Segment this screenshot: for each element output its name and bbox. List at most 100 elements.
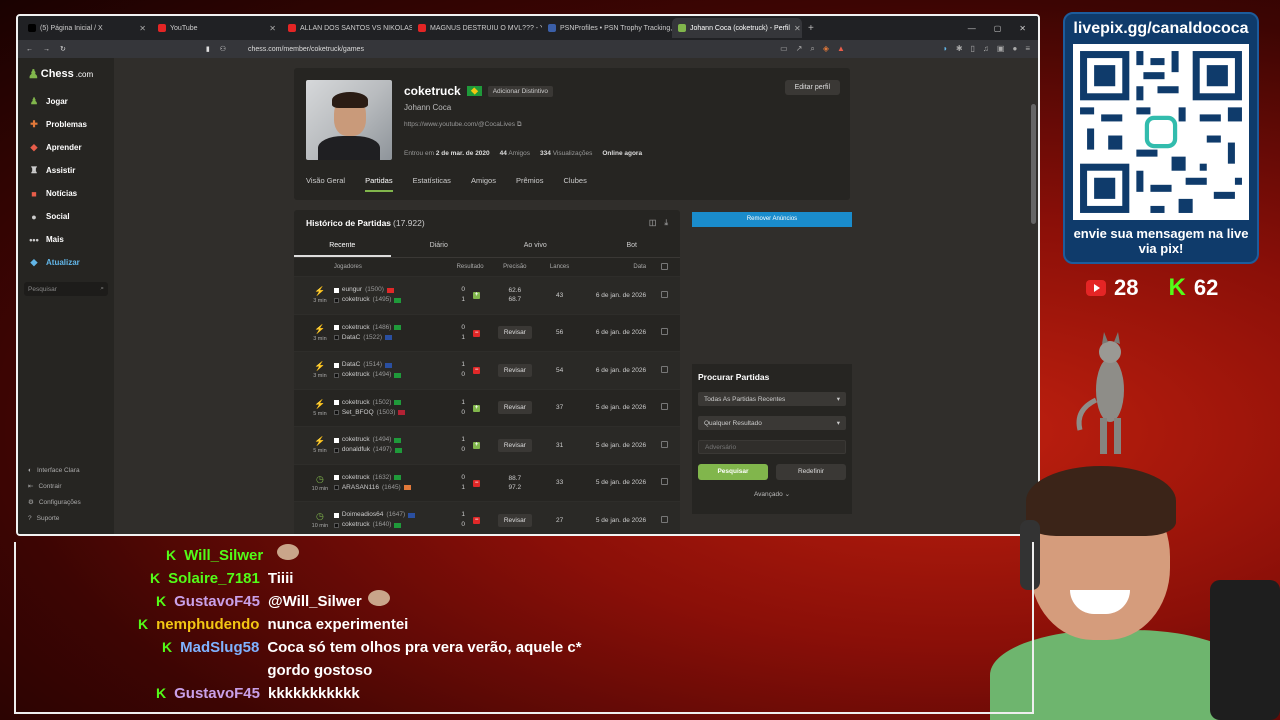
extensions-icon[interactable]: ✱ [956, 44, 963, 54]
profile-link-text[interactable]: https://www.youtube.com/@CocaLives [404, 121, 515, 128]
table-row[interactable]: ⚡ 3 min DataC (1514) coketruck (1494) 10 − … [294, 351, 680, 389]
sidebar-item-notícias[interactable]: ■ Notícias [18, 182, 114, 205]
profile-tab[interactable]: Visão Geral [306, 176, 345, 192]
maximize-icon[interactable]: ▢ [994, 24, 1002, 33]
table-row[interactable]: ⚡ 3 min coketruck (1486) DataC (1522) 01 − … [294, 313, 680, 352]
table-row[interactable]: ◷ 10 min coketruck (1632) ARASAN116 (1645) … [294, 463, 680, 502]
search-button[interactable]: Pesquisar [698, 464, 768, 480]
sidebar-item-problemas[interactable]: ✚ Problemas [18, 113, 114, 136]
row-checkbox[interactable] [660, 328, 668, 336]
sidebar-bottom-item[interactable]: ◐ Interface Clara [28, 462, 81, 478]
tab-close-icon[interactable]: ✕ [269, 24, 276, 33]
review-button[interactable]: Revisar [497, 363, 532, 377]
profile-tab[interactable]: Partidas [365, 176, 393, 192]
browser-tab-4[interactable]: PSNProfiles • PSN Trophy Tracking, S✕ [542, 18, 672, 38]
player-name[interactable]: coketruck [342, 398, 370, 408]
player-name[interactable]: coketruck [342, 473, 370, 483]
player-name[interactable]: coketruck [342, 370, 370, 380]
page-scrollbar[interactable] [1031, 104, 1036, 224]
profile-tab[interactable]: Estatísticas [413, 176, 451, 192]
forward-icon[interactable]: → [43, 46, 50, 53]
row-checkbox[interactable] [660, 478, 668, 486]
chess-logo[interactable]: ♟ Chess .com [18, 64, 114, 84]
player-name[interactable]: DataC [342, 333, 360, 343]
browser-tab-1[interactable]: YouTube ✕ [152, 18, 282, 38]
profile-tab[interactable]: Prêmios [516, 176, 544, 192]
tab-close-icon[interactable]: ✕ [794, 24, 801, 33]
sidebar-item-aprender[interactable]: ◆ Aprender [18, 136, 114, 159]
games-type-select[interactable]: Todas As Partidas Recentes ▾ [698, 392, 846, 406]
player-name[interactable]: coketruck [342, 295, 370, 305]
player-name[interactable]: coketruck [342, 520, 370, 530]
row-checkbox[interactable] [660, 440, 668, 448]
sidebar-bottom-item[interactable]: ⇤ Contrair [28, 478, 81, 494]
sidebar-toggle-icon[interactable]: ▯ [971, 44, 975, 54]
row-checkbox[interactable] [660, 290, 668, 298]
player-name[interactable]: coketruck [342, 435, 370, 445]
vpn-icon[interactable]: ◗ [943, 44, 948, 54]
player-name[interactable]: Doimeadios64 [342, 510, 384, 520]
player-name[interactable]: donaldfuk [342, 445, 370, 455]
browser-tab-2[interactable]: ALLAN DOS SANTOS VS NIKOLAS FE✕ [282, 18, 412, 38]
games-tab[interactable]: Ao vivo [487, 236, 584, 257]
menu-icon[interactable]: ≡ [1025, 44, 1030, 54]
bookmark-icon[interactable]: ▮ [206, 45, 210, 53]
profile-tab[interactable]: Clubes [563, 176, 586, 192]
table-row[interactable]: ◷ 10 min Doimeadios64 (1647) coketruck (164… [294, 501, 680, 534]
sidebar-item-assistir[interactable]: ♜ Assistir [18, 159, 114, 182]
download-icon[interactable]: ⤓ [664, 218, 668, 228]
install-icon[interactable]: ▭ [780, 44, 788, 54]
select-all-checkbox[interactable] [660, 262, 668, 270]
profile-icon[interactable]: ● [1012, 44, 1017, 54]
new-tab-button[interactable]: + [802, 23, 820, 34]
friends-stat[interactable]: 44 Amigos [500, 150, 530, 157]
wallet-icon[interactable]: ▣ [997, 44, 1005, 54]
share-icon[interactable]: ↗ [796, 44, 803, 54]
filter-icon[interactable]: ◫ [649, 218, 657, 228]
advanced-toggle[interactable]: Avançado ⌄ [698, 490, 846, 498]
tab-close-icon[interactable]: ✕ [139, 24, 146, 33]
browser-tab-5[interactable]: Johann Coca (coketruck) - Perfil ✕ [672, 18, 802, 38]
add-badge-button[interactable]: Adicionar Distintivo [487, 85, 553, 97]
row-checkbox[interactable] [660, 515, 668, 523]
result-select[interactable]: Qualquer Resultado ▾ [698, 416, 846, 430]
profile-link[interactable]: https://www.youtube.com/@CocaLives ⧉ [404, 121, 521, 129]
review-button[interactable]: Revisar [497, 401, 532, 415]
site-info-icon[interactable]: ⚇ [220, 45, 226, 53]
browser-tab-0[interactable]: (5) Página Inicial / X ✕ [22, 18, 152, 38]
table-row[interactable]: ⚡ 3 min eungur (1500) coketruck (1495) 0 1 +… [294, 276, 680, 314]
minimize-icon[interactable]: — [968, 24, 976, 33]
review-button[interactable]: Revisar [497, 513, 532, 527]
table-row[interactable]: ⚡ 5 min coketruck (1494) donaldfuk (1497) 1… [294, 426, 680, 464]
row-checkbox[interactable] [660, 403, 668, 411]
review-button[interactable]: Revisar [497, 326, 532, 340]
sidebar-item-atualizar[interactable]: ◆ Atualizar [18, 251, 114, 274]
sidebar-search[interactable]: Pesquisar ⌕ [24, 282, 108, 296]
games-tab[interactable]: Bot [584, 236, 681, 257]
avatar[interactable] [306, 80, 392, 160]
row-checkbox[interactable] [660, 365, 668, 373]
sidebar-item-social[interactable]: ● Social [18, 205, 114, 228]
games-tab[interactable]: Recente [294, 236, 391, 257]
player-name[interactable]: coketruck [342, 323, 370, 333]
music-icon[interactable]: ♫ [983, 44, 989, 54]
rewards-icon[interactable]: ▲ [837, 44, 845, 54]
reset-button[interactable]: Redefinir [776, 464, 846, 480]
close-icon[interactable]: ✕ [1019, 24, 1026, 33]
browser-tab-3[interactable]: MAGNUS DESTRUIU O MVL??? - You✕ [412, 18, 542, 38]
player-name[interactable]: Set_BFOQ [342, 408, 374, 418]
games-tab[interactable]: Diário [391, 236, 488, 257]
brave-shield-icon[interactable]: ◈ [823, 44, 829, 54]
zoom-icon[interactable]: ⌕ [810, 44, 814, 54]
url-field[interactable]: chess.com/member/coketruck/games [248, 46, 364, 53]
player-name[interactable]: DataC [342, 360, 360, 370]
edit-profile-button[interactable]: Editar perfil [784, 80, 840, 95]
sidebar-item-jogar[interactable]: ♟ Jogar [18, 90, 114, 113]
review-button[interactable]: Revisar [497, 438, 532, 452]
sidebar-bottom-item[interactable]: ⚙ Configurações [28, 494, 81, 510]
table-row[interactable]: ⚡ 5 min coketruck (1502) Set_BFOQ (1503) 1 0… [294, 388, 680, 427]
back-icon[interactable]: ← [26, 46, 33, 53]
sidebar-item-mais[interactable]: ••• Mais [18, 228, 114, 251]
remove-ads-button[interactable]: Remover Anúncios [692, 212, 852, 227]
player-name[interactable]: ARASAN116 [342, 483, 379, 493]
